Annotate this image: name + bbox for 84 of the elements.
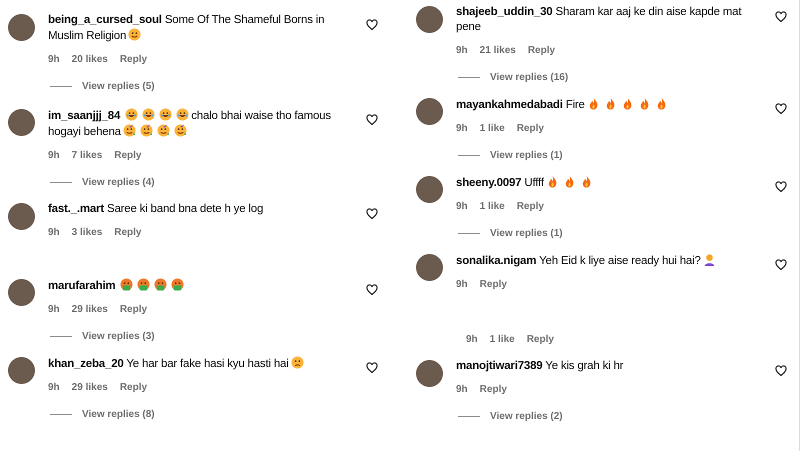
view-replies-link[interactable]: View replies (1)	[490, 148, 563, 163]
party-face-emoji-icon	[174, 124, 187, 137]
like-count[interactable]: 7 likes	[72, 148, 102, 163]
comment-text: manojtiwari7389 Ye kis grah ki hr	[456, 359, 624, 374]
like-count[interactable]: 20 likes	[72, 52, 108, 67]
comment-time: 9h	[48, 226, 60, 240]
view-replies-link[interactable]: View replies (5)	[82, 79, 155, 94]
reply-link[interactable]: Reply	[120, 302, 148, 317]
avatar[interactable]	[416, 98, 443, 125]
like-count[interactable]: 1 like	[480, 199, 505, 214]
comment-time: 9h	[456, 200, 468, 214]
comment-text: sheeny.0097 Uffff	[456, 175, 762, 191]
comment-time: 9h	[48, 149, 60, 163]
comment-time: 9h	[48, 381, 60, 395]
avatar[interactable]	[8, 279, 35, 306]
comment-text: mayankahmedabadi Fire	[456, 97, 762, 113]
reply-link[interactable]: Reply	[114, 225, 142, 240]
comment-time: 9h	[456, 44, 468, 58]
view-replies-link[interactable]: View replies (1)	[490, 226, 563, 241]
comment-text: khan_zeba_20 Ye har bar fake hasi kyu hasti hai	[48, 356, 353, 372]
view-replies-link[interactable]: View replies (2)	[490, 409, 563, 424]
heart-icon[interactable]	[775, 259, 787, 271]
party-face-emoji-icon	[156, 124, 170, 137]
like-count[interactable]: 1 like	[480, 121, 505, 136]
laugh-face-emoji-icon	[125, 108, 138, 121]
heart-icon[interactable]	[775, 103, 787, 115]
sick-face-emoji-icon	[154, 278, 168, 291]
frown-face-emoji-icon	[290, 356, 304, 369]
view-replies-link[interactable]: View replies (3)	[82, 329, 155, 344]
comment-time: 9h	[466, 333, 478, 347]
avatar[interactable]	[8, 109, 35, 136]
comment-time: 9h	[456, 383, 468, 397]
comment-text: im_saanjjj_84 chalo bhai waise tho famous hogayi behena	[48, 108, 332, 140]
avatar[interactable]	[416, 176, 443, 203]
like-count[interactable]: 29 likes	[72, 380, 108, 395]
comment-text: fast._.mart Saree ki band bna dete h ye log	[48, 202, 264, 217]
party-face-emoji-icon	[140, 124, 153, 137]
reply-link[interactable]: Reply	[528, 43, 556, 58]
avatar[interactable]	[8, 203, 35, 230]
comment-text: sonalika.nigam Yeh Eid k liye aise ready hui hai?	[456, 253, 762, 269]
laugh-face-emoji-icon	[159, 108, 172, 121]
like-count[interactable]: 29 likes	[72, 302, 108, 317]
comment-time: 9h	[456, 122, 468, 136]
heart-icon[interactable]	[366, 284, 378, 296]
view-replies-link[interactable]: View replies (4)	[82, 175, 155, 190]
reply-link[interactable]: Reply	[120, 380, 148, 395]
comment-time: 9h	[48, 303, 60, 317]
comment-time: 9h	[456, 278, 468, 292]
like-count[interactable]: 3 likes	[72, 225, 102, 240]
person-emoji-icon	[702, 253, 716, 266]
heart-icon[interactable]	[366, 19, 378, 31]
sick-face-emoji-icon	[137, 278, 150, 291]
heart-icon[interactable]	[775, 181, 787, 193]
smile-face-emoji-icon	[128, 28, 142, 41]
avatar[interactable]	[8, 357, 35, 384]
heart-icon[interactable]	[775, 365, 787, 377]
comment-text: shajeeb_uddin_30 Sharam kar aaj ke din aise kapde mat pene	[456, 5, 742, 35]
laugh-face-emoji-icon	[176, 108, 190, 121]
comment-time: 9h	[48, 53, 60, 67]
view-replies-link[interactable]: View replies (8)	[82, 407, 155, 422]
reply-link[interactable]: Reply	[114, 148, 142, 163]
reply-link[interactable]: Reply	[516, 199, 544, 214]
like-count[interactable]: 1 like	[490, 332, 515, 347]
sick-face-emoji-icon	[171, 278, 184, 291]
reply-link[interactable]: Reply	[526, 332, 554, 347]
heart-icon[interactable]	[366, 114, 378, 126]
comment-text: being_a_cursed_soul Some Of The Shameful Borns in Muslim Religion	[48, 13, 326, 44]
sick-face-emoji-icon	[120, 278, 134, 291]
heart-icon[interactable]	[775, 11, 787, 23]
party-face-emoji-icon	[122, 124, 136, 137]
heart-icon[interactable]	[366, 208, 378, 220]
reply-link[interactable]: Reply	[516, 121, 544, 136]
comment-text: marufarahim	[48, 278, 353, 294]
avatar[interactable]	[8, 14, 35, 41]
avatar[interactable]	[416, 254, 443, 281]
view-replies-link[interactable]: View replies (16)	[490, 70, 568, 85]
like-count[interactable]: 21 likes	[480, 43, 516, 58]
avatar[interactable]	[416, 360, 443, 387]
heart-icon[interactable]	[366, 362, 378, 374]
reply-link[interactable]: Reply	[480, 277, 507, 292]
reply-link[interactable]: Reply	[120, 52, 148, 67]
reply-link[interactable]: Reply	[480, 382, 507, 397]
laugh-face-emoji-icon	[142, 108, 156, 121]
avatar[interactable]	[416, 6, 443, 33]
